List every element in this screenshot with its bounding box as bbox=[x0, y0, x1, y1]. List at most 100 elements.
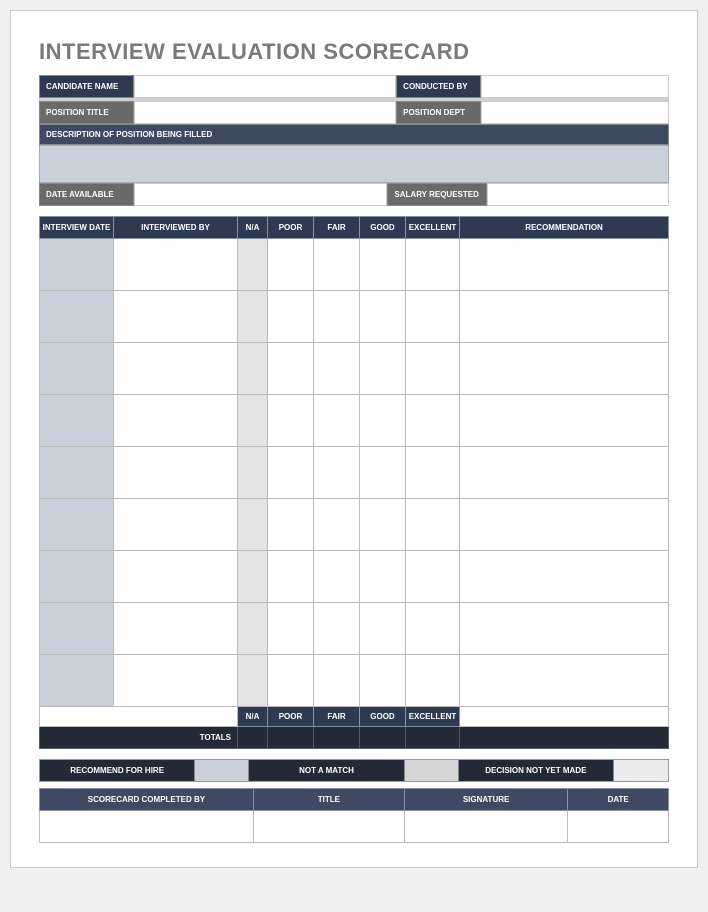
cell-good[interactable] bbox=[360, 447, 406, 499]
cell-poor[interactable] bbox=[268, 655, 314, 707]
cell-date[interactable] bbox=[40, 239, 114, 291]
cell-good[interactable] bbox=[360, 239, 406, 291]
salary-requested-input[interactable] bbox=[487, 183, 669, 206]
cell-poor[interactable] bbox=[268, 447, 314, 499]
cell-by[interactable] bbox=[114, 551, 238, 603]
position-title-input[interactable] bbox=[134, 101, 396, 124]
cell-na[interactable] bbox=[238, 395, 268, 447]
cell-na[interactable] bbox=[238, 343, 268, 395]
conducted-by-input[interactable] bbox=[481, 75, 669, 98]
candidate-name-label: CANDIDATE NAME bbox=[39, 75, 134, 98]
date-salary-row: DATE AVAILABLE SALARY REQUESTED bbox=[39, 183, 669, 206]
table-row bbox=[40, 291, 669, 343]
title-input[interactable] bbox=[253, 811, 404, 843]
cell-by[interactable] bbox=[114, 447, 238, 499]
cell-date[interactable] bbox=[40, 395, 114, 447]
total-excellent[interactable] bbox=[406, 727, 460, 749]
cell-fair[interactable] bbox=[314, 395, 360, 447]
cell-fair[interactable] bbox=[314, 603, 360, 655]
cell-rec[interactable] bbox=[460, 499, 669, 551]
cell-rec[interactable] bbox=[460, 239, 669, 291]
cell-date[interactable] bbox=[40, 343, 114, 395]
date-input[interactable] bbox=[568, 811, 669, 843]
cell-poor[interactable] bbox=[268, 239, 314, 291]
signature-input[interactable] bbox=[404, 811, 568, 843]
cell-excellent[interactable] bbox=[406, 447, 460, 499]
cell-poor[interactable] bbox=[268, 343, 314, 395]
cell-na[interactable] bbox=[238, 239, 268, 291]
cell-good[interactable] bbox=[360, 291, 406, 343]
cell-date[interactable] bbox=[40, 447, 114, 499]
cell-na[interactable] bbox=[238, 603, 268, 655]
cell-rec[interactable] bbox=[460, 395, 669, 447]
cell-date[interactable] bbox=[40, 499, 114, 551]
signature-row bbox=[40, 811, 669, 843]
decision-not-yet-box[interactable] bbox=[614, 760, 668, 781]
table-row bbox=[40, 499, 669, 551]
not-a-match-box[interactable] bbox=[405, 760, 459, 781]
cell-fair[interactable] bbox=[314, 655, 360, 707]
cell-na[interactable] bbox=[238, 499, 268, 551]
cell-poor[interactable] bbox=[268, 603, 314, 655]
cell-fair[interactable] bbox=[314, 551, 360, 603]
cell-na[interactable] bbox=[238, 655, 268, 707]
cell-good[interactable] bbox=[360, 395, 406, 447]
cell-fair[interactable] bbox=[314, 447, 360, 499]
cell-by[interactable] bbox=[114, 291, 238, 343]
cell-date[interactable] bbox=[40, 551, 114, 603]
cell-rec[interactable] bbox=[460, 291, 669, 343]
cell-good[interactable] bbox=[360, 551, 406, 603]
total-rec[interactable] bbox=[460, 727, 669, 749]
cell-rec[interactable] bbox=[460, 603, 669, 655]
cell-fair[interactable] bbox=[314, 499, 360, 551]
cell-excellent[interactable] bbox=[406, 395, 460, 447]
cell-date[interactable] bbox=[40, 291, 114, 343]
cell-excellent[interactable] bbox=[406, 603, 460, 655]
cell-fair[interactable] bbox=[314, 291, 360, 343]
cell-na[interactable] bbox=[238, 291, 268, 343]
cell-excellent[interactable] bbox=[406, 655, 460, 707]
date-available-input[interactable] bbox=[134, 183, 387, 206]
cell-good[interactable] bbox=[360, 655, 406, 707]
candidate-name-input[interactable] bbox=[134, 75, 396, 98]
position-dept-input[interactable] bbox=[481, 101, 669, 124]
cell-na[interactable] bbox=[238, 447, 268, 499]
recommend-for-hire-box[interactable] bbox=[195, 760, 249, 781]
cell-fair[interactable] bbox=[314, 239, 360, 291]
sub-na: N/A bbox=[238, 707, 268, 727]
cell-excellent[interactable] bbox=[406, 291, 460, 343]
cell-poor[interactable] bbox=[268, 551, 314, 603]
total-na[interactable] bbox=[238, 727, 268, 749]
cell-good[interactable] bbox=[360, 603, 406, 655]
cell-by[interactable] bbox=[114, 603, 238, 655]
total-poor[interactable] bbox=[268, 727, 314, 749]
total-fair[interactable] bbox=[314, 727, 360, 749]
cell-excellent[interactable] bbox=[406, 239, 460, 291]
cell-rec[interactable] bbox=[460, 447, 669, 499]
cell-poor[interactable] bbox=[268, 499, 314, 551]
cell-excellent[interactable] bbox=[406, 343, 460, 395]
cell-excellent[interactable] bbox=[406, 499, 460, 551]
cell-poor[interactable] bbox=[268, 291, 314, 343]
cell-poor[interactable] bbox=[268, 395, 314, 447]
table-row bbox=[40, 343, 669, 395]
cell-rec[interactable] bbox=[460, 343, 669, 395]
cell-by[interactable] bbox=[114, 239, 238, 291]
cell-rec[interactable] bbox=[460, 655, 669, 707]
cell-date[interactable] bbox=[40, 655, 114, 707]
cell-na[interactable] bbox=[238, 551, 268, 603]
completed-by-input[interactable] bbox=[40, 811, 254, 843]
description-input[interactable] bbox=[39, 145, 669, 183]
cell-by[interactable] bbox=[114, 499, 238, 551]
cell-good[interactable] bbox=[360, 499, 406, 551]
cell-fair[interactable] bbox=[314, 343, 360, 395]
cell-by[interactable] bbox=[114, 395, 238, 447]
sub-excellent: EXCELLENT bbox=[406, 707, 460, 727]
cell-by[interactable] bbox=[114, 343, 238, 395]
cell-rec[interactable] bbox=[460, 551, 669, 603]
total-good[interactable] bbox=[360, 727, 406, 749]
cell-date[interactable] bbox=[40, 603, 114, 655]
cell-excellent[interactable] bbox=[406, 551, 460, 603]
cell-by[interactable] bbox=[114, 655, 238, 707]
cell-good[interactable] bbox=[360, 343, 406, 395]
